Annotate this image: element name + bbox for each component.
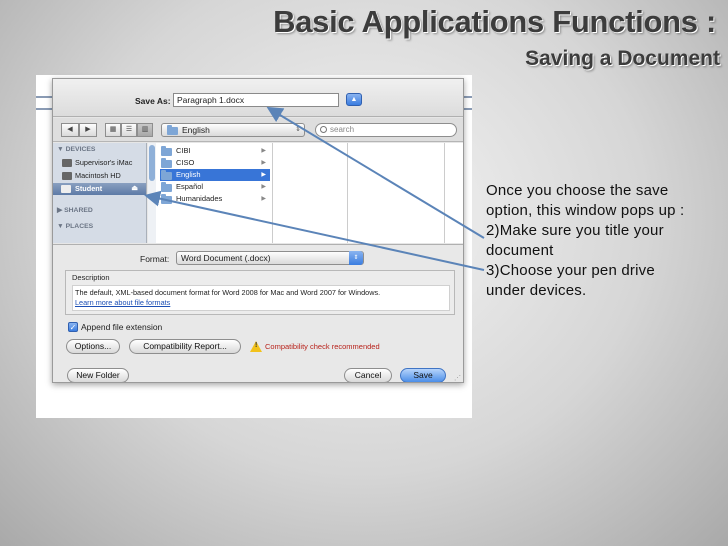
column-view-button[interactable]: ▥ [137, 123, 153, 137]
disclosure-arrow-icon: ▶ [261, 184, 266, 190]
window-edge-right [463, 96, 472, 110]
folder-icon [161, 182, 172, 192]
options-panel: Format: Word Document (.docx) ⇕ Descript… [53, 244, 463, 382]
eject-icon[interactable]: ⏏ [131, 183, 138, 195]
folder-label: CIBI [176, 146, 191, 155]
column-divider[interactable] [444, 143, 445, 243]
learn-more-link[interactable]: Learn more about file formats [75, 298, 447, 308]
folder-item-english[interactable]: English ▶ [160, 169, 270, 181]
sidebar-item-imac[interactable]: Supervisor's iMac [61, 157, 145, 169]
callout-line: 3)Choose your pen drive [486, 262, 655, 279]
save-as-row: Save As: Paragraph 1.docx ▲ [53, 79, 463, 117]
format-value: Word Document (.docx) [181, 253, 271, 263]
options-button[interactable]: Options... [66, 339, 120, 354]
callout-line: 2)Make sure you title your [486, 222, 664, 239]
cancel-button[interactable]: Cancel [344, 368, 392, 382]
folder-item-ciso[interactable]: CISO ▶ [160, 157, 270, 169]
expand-dialog-button[interactable]: ▲ [346, 93, 362, 106]
resize-handle-icon[interactable]: ⋰ [454, 374, 461, 382]
save-dialog: Save As: Paragraph 1.docx ▲ ◀ ▶ ▦ ☰ ▥ En… [52, 78, 464, 383]
scrollbar[interactable] [148, 143, 156, 243]
checkbox-check-icon[interactable]: ✓ [68, 322, 78, 332]
computer-icon [62, 159, 72, 167]
folder-icon [161, 146, 172, 156]
append-extension-label: Append file extension [81, 322, 163, 332]
callout-line: document [486, 242, 554, 259]
sidebar-item-label: Supervisor's iMac [75, 158, 133, 167]
sidebar-item-macintosh-hd[interactable]: Macintosh HD [61, 170, 145, 182]
description-title: Description [72, 273, 110, 282]
instruction-callout: Once you choose the save option, this wi… [486, 181, 724, 301]
forward-button[interactable]: ▶ [79, 123, 97, 137]
search-placeholder: search [330, 125, 355, 134]
folder-item-espanol[interactable]: Español ▶ [160, 181, 270, 193]
file-name-input[interactable]: Paragraph 1.docx [173, 93, 339, 107]
folder-icon [161, 158, 172, 168]
disclosure-arrow-icon: ▶ [261, 172, 266, 178]
places-header[interactable]: ▼ PLACES [57, 223, 93, 230]
disclosure-arrow-icon: ▶ [261, 148, 266, 154]
location-label: English [182, 125, 210, 135]
description-text: The default, XML-based document format f… [72, 285, 450, 311]
folder-label: CISO [176, 158, 195, 167]
new-folder-button[interactable]: New Folder [67, 368, 129, 382]
format-label: Format: [140, 254, 170, 264]
save-as-label: Save As: [135, 96, 171, 106]
compatibility-report-button[interactable]: Compatibility Report... [129, 339, 241, 354]
folder-icon [167, 125, 178, 135]
location-popup[interactable]: English ⇕ [161, 123, 305, 137]
file-browser: CIBI ▶ CISO ▶ English ▶ Español ▶ Humani… [148, 143, 463, 243]
append-extension-checkbox[interactable]: ✓ Append file extension [68, 322, 162, 332]
sidebar-item-label: Macintosh HD [75, 171, 121, 180]
scrollbar-thumb[interactable] [149, 145, 155, 181]
folder-item-cibi[interactable]: CIBI ▶ [160, 145, 270, 157]
folder-label: Español [176, 182, 204, 191]
search-input[interactable]: search [315, 123, 457, 137]
slide-title: Basic Applications Functions : [273, 4, 716, 39]
popup-arrows-icon: ⇕ [295, 126, 301, 133]
description-box: Description The default, XML-based docum… [65, 270, 455, 315]
browser-toolbar: ◀ ▶ ▦ ☰ ▥ English ⇕ search [53, 118, 463, 142]
callout-line: Once you choose the save [486, 182, 669, 199]
sidebar: ▼ DEVICES Supervisor's iMac Macintosh HD… [53, 143, 147, 243]
icon-view-button[interactable]: ▦ [105, 123, 121, 137]
folder-icon [161, 170, 172, 180]
disclosure-arrow-icon: ▶ [261, 160, 266, 166]
column-divider[interactable] [272, 143, 273, 243]
format-select[interactable]: Word Document (.docx) ⇕ [176, 251, 364, 265]
sidebar-item-student[interactable]: Student ⏏ [53, 183, 146, 195]
folder-label: Humanidades [176, 194, 223, 203]
back-button[interactable]: ◀ [61, 123, 79, 137]
window-edge-left [36, 96, 52, 110]
slide-subtitle: Saving a Document [525, 47, 720, 70]
folder-item-humanidades[interactable]: Humanidades ▶ [160, 193, 270, 205]
column-divider[interactable] [347, 143, 348, 243]
folder-label: English [176, 170, 201, 179]
hard-drive-icon [62, 172, 72, 180]
usb-drive-icon [61, 185, 71, 193]
shared-header[interactable]: ▶ SHARED [57, 206, 93, 214]
description-body: The default, XML-based document format f… [75, 288, 381, 297]
callout-line: under devices. [486, 282, 587, 299]
warning-icon [250, 341, 262, 352]
compatibility-warning: Compatibility check recommended [265, 342, 380, 351]
popup-arrows-icon: ⇕ [349, 251, 363, 265]
devices-header[interactable]: ▼ DEVICES [57, 146, 95, 153]
folder-icon [161, 194, 172, 204]
search-icon [320, 126, 327, 133]
sidebar-item-label: Student [75, 184, 103, 193]
list-view-button[interactable]: ☰ [121, 123, 137, 137]
callout-line: option, this window pops up : [486, 202, 685, 219]
save-button[interactable]: Save [400, 368, 446, 382]
disclosure-arrow-icon: ▶ [261, 196, 266, 202]
